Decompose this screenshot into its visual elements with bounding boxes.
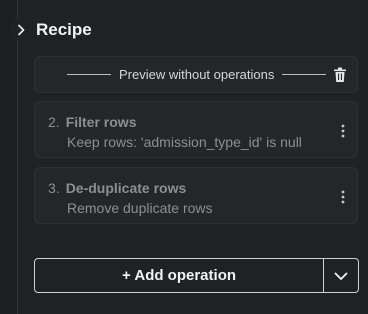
operation-title: 2. Filter rows	[48, 114, 136, 130]
add-operation-group: + Add operation	[34, 258, 359, 293]
operation-card-de-duplicate-rows[interactable]: 3. De-duplicate rows Remove duplicate row…	[34, 167, 358, 224]
kebab-menu-icon[interactable]	[340, 190, 346, 204]
preview-step-card[interactable]: Preview without operations	[34, 56, 358, 93]
preview-step-label-row: Preview without operations	[67, 57, 327, 92]
operation-description: Keep rows: 'admission_type_id' is null	[67, 134, 302, 150]
kebab-menu-icon[interactable]	[340, 124, 346, 138]
operation-card-filter-rows[interactable]: 2. Filter rows Keep rows: 'admission_type…	[34, 101, 358, 158]
divider-line-right	[282, 74, 327, 75]
chevron-right-icon	[18, 24, 25, 36]
recipe-title: Recipe	[36, 20, 92, 39]
operation-number: 2.	[48, 114, 60, 130]
trash-icon[interactable]	[333, 67, 347, 83]
add-operation-dropdown-button[interactable]	[324, 259, 358, 292]
divider-line-left	[67, 74, 111, 75]
operation-title: 3. De-duplicate rows	[48, 180, 186, 196]
operation-name: De-duplicate rows	[65, 180, 187, 196]
add-operation-button[interactable]: + Add operation	[35, 259, 323, 292]
left-rail	[0, 0, 18, 314]
operation-number: 3.	[48, 180, 60, 196]
operation-name: Filter rows	[65, 114, 137, 130]
operation-description: Remove duplicate rows	[67, 200, 213, 216]
recipe-header: Recipe	[9, 17, 92, 43]
recipe-panel: Recipe Preview without operations 2. Filt…	[0, 0, 368, 314]
chevron-down-icon	[334, 272, 348, 280]
collapse-toggle-button[interactable]	[9, 18, 33, 42]
preview-step-label: Preview without operations	[119, 67, 275, 82]
